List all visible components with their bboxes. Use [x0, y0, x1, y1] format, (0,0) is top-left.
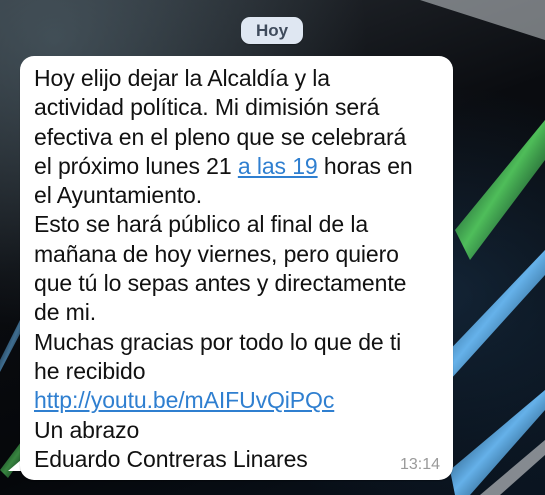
message-signature: Eduardo Contreras Linares — [34, 445, 308, 472]
message-line-text: horas en — [317, 152, 413, 179]
message-line: que tú lo sepas antes y directamente — [34, 270, 407, 297]
message-line: Muchas gracias por todo lo que de ti — [34, 328, 402, 355]
message-line-text: el próximo lunes 21 — [34, 152, 238, 179]
message-line: efectiva en el pleno que se celebrará — [34, 123, 407, 150]
time-link[interactable]: a las 19 — [238, 153, 318, 179]
message-line: el próximo lunes 21 a las 19 horas en — [34, 152, 449, 181]
message-line: Hoy elijo dejar la Alcaldía y la — [34, 65, 330, 91]
message-line: Esto se hará público al final de la — [34, 211, 369, 238]
message-line: de mi. — [34, 299, 97, 326]
date-separator: Hoy — [241, 17, 303, 44]
message-line: http://youtu.be/mAIFUvQiPQc — [34, 386, 449, 415]
message-line: mañana de hoy viernes, pero quiero — [34, 240, 399, 267]
message-line: he recibido — [34, 357, 146, 384]
message-line: Un abrazo — [34, 416, 140, 443]
message-line: actividad política. Mi dimisión será — [34, 94, 380, 121]
message-text: Hoy elijo dejar la Alcaldía y la activid… — [34, 64, 449, 474]
message-timestamp: 13:14 — [400, 456, 441, 473]
message-line: el Ayuntamiento. — [34, 182, 203, 209]
youtube-link[interactable]: http://youtu.be/mAIFUvQiPQc — [34, 387, 334, 413]
